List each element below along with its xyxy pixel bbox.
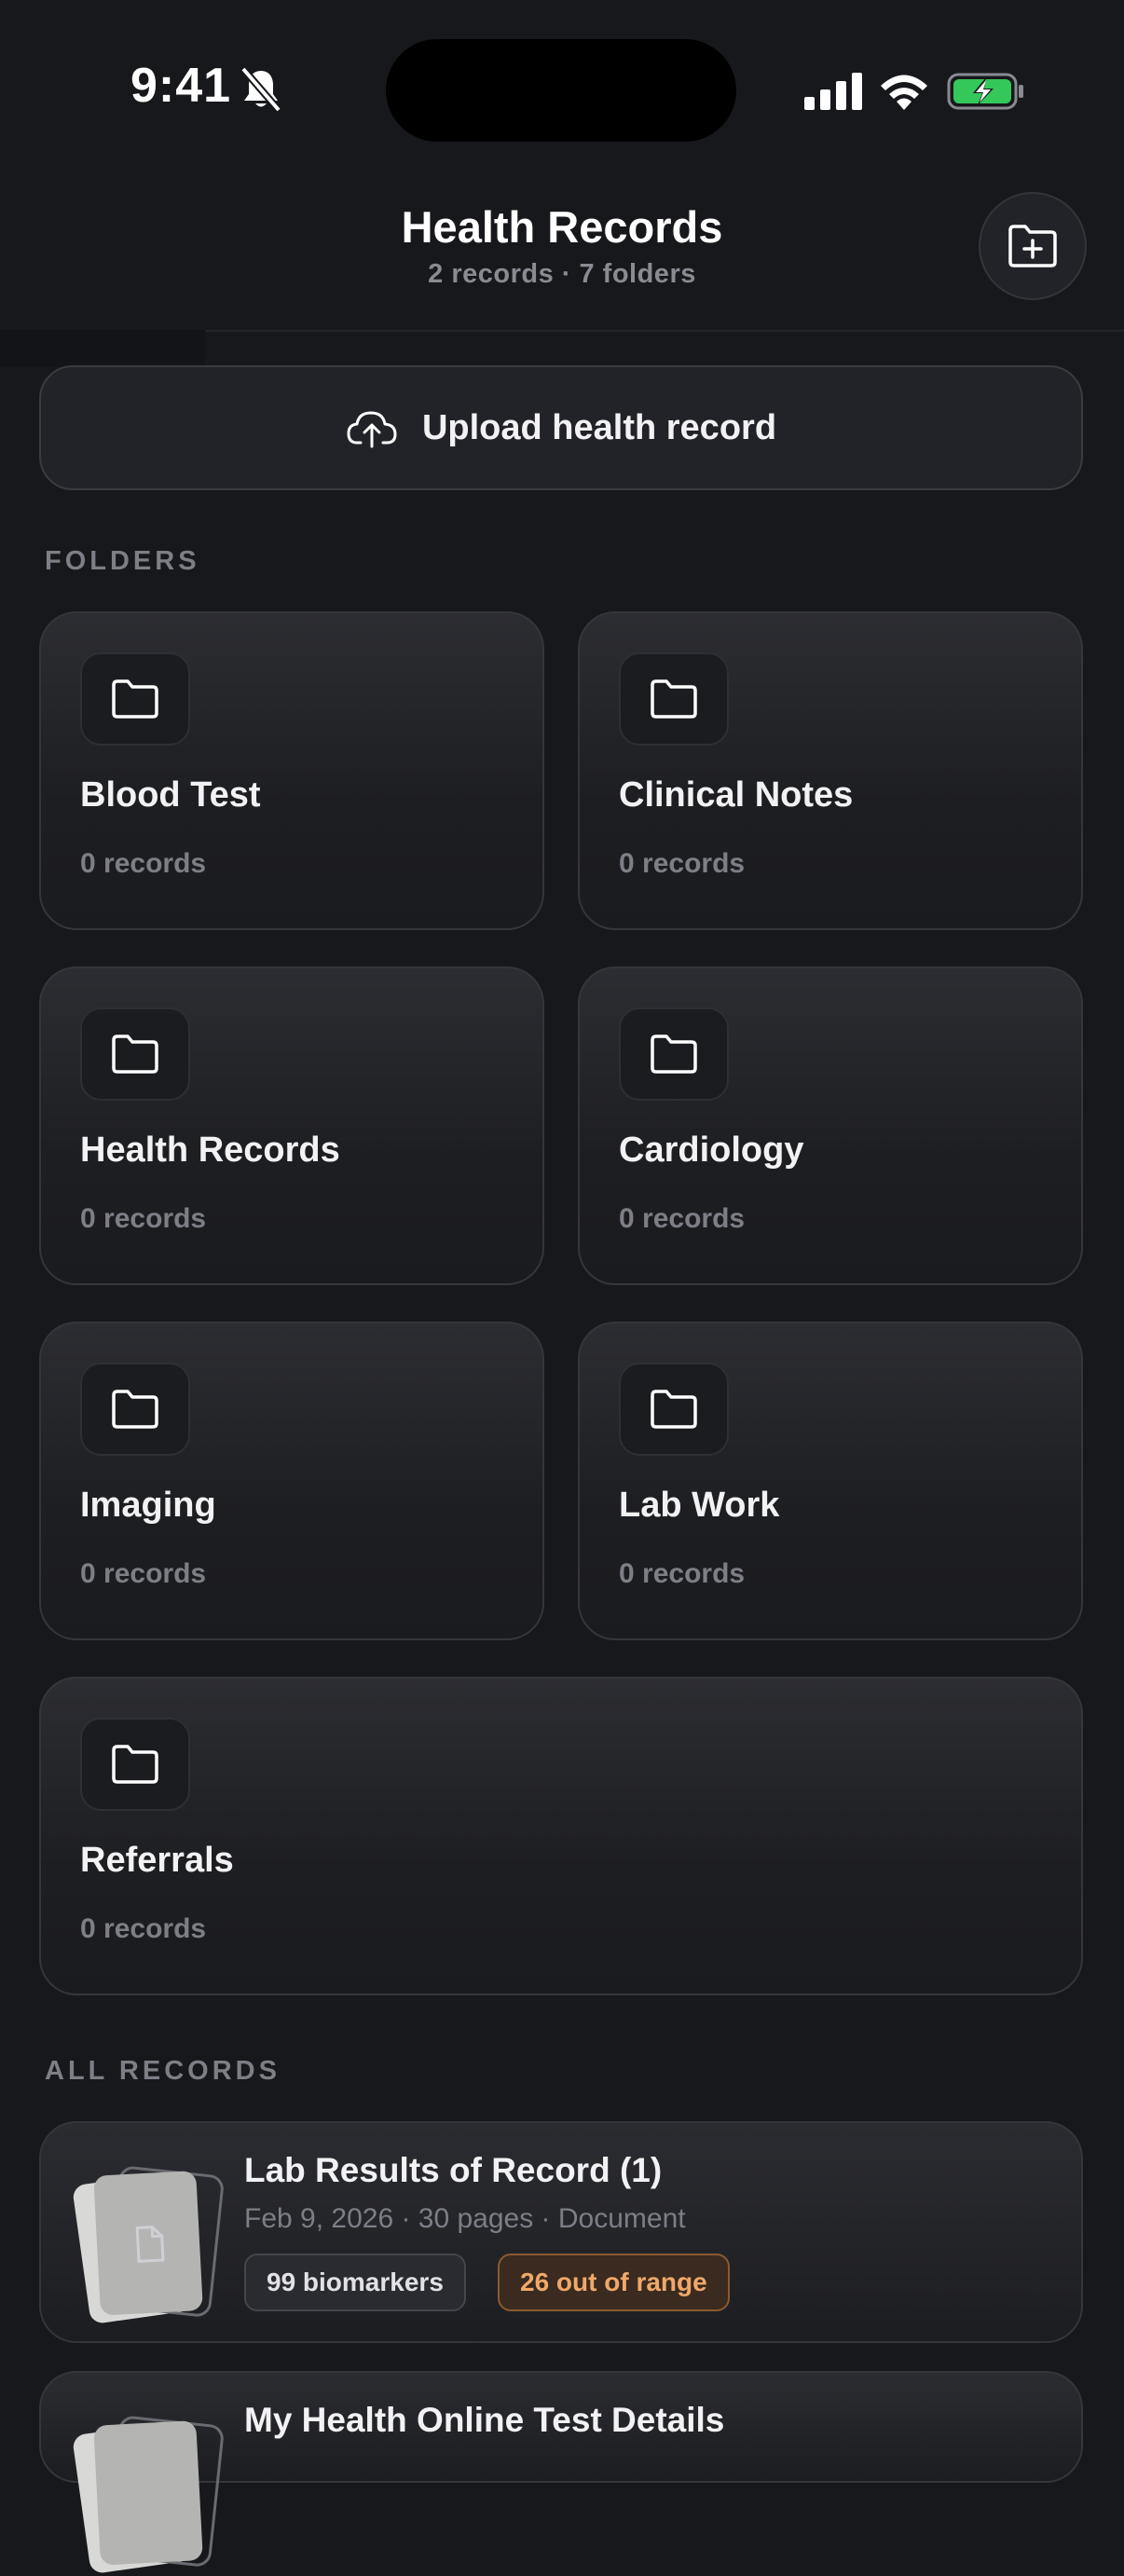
folder-count: 0 records [619,848,746,879]
folder-name: Imaging [80,1486,216,1525]
record-title: My Health Online Test Details [244,2401,725,2439]
folder-count: 0 records [80,1558,207,1589]
folder-card-imaging[interactable]: Imaging 0 records [39,1322,544,1640]
folder-icon-box [80,1363,190,1456]
folder-card-cardiology[interactable]: Cardiology 0 records [578,966,1083,1285]
document-thumbnail [73,2416,224,2573]
header-shadow [0,330,205,367]
biomarkers-badge: 99 biomarkers [244,2254,466,2311]
folder-icon [651,1390,697,1429]
folder-count: 0 records [80,848,207,879]
folder-icon [112,1035,158,1074]
page-subtitle: 2 records · 7 folders [428,259,696,289]
upload-record-button[interactable]: Upload health record [39,365,1083,490]
record-meta: Feb 9, 2026 · 30 pages · Document [244,2203,686,2234]
folder-name: Blood Test [80,775,261,815]
folder-icon-box [80,1718,190,1811]
status-bar: 9:41 [0,0,1124,177]
record-card[interactable]: Lab Results of Record (1) Feb 9, 2026 · … [39,2121,1083,2343]
folder-count: 0 records [619,1203,746,1234]
folder-name: Lab Work [619,1486,780,1525]
folder-icon [651,1035,697,1074]
status-time: 9:41 [130,59,232,113]
folder-icon-box [619,1363,729,1456]
record-card[interactable]: My Health Online Test Details [39,2371,1083,2573]
folder-card-blood-test[interactable]: Blood Test 0 records [39,611,544,930]
cloud-upload-icon [347,411,397,448]
folders-section-label: FOLDERS [45,546,200,576]
folder-icon [112,679,158,719]
folder-icon [112,1745,158,1784]
dynamic-island [386,39,736,142]
upload-label: Upload health record [421,407,777,447]
folder-count: 0 records [80,1913,207,1944]
folder-name: Referrals [80,1841,234,1880]
folder-icon-box [80,1007,190,1101]
bell-slash-icon [240,66,282,113]
all-records-section-label: ALL RECORDS [45,2056,281,2086]
cellular-signal-icon [804,73,862,110]
folder-icon-box [80,652,190,746]
folder-icon [112,1390,158,1429]
out-of-range-badge: 26 out of range [498,2254,730,2311]
folder-name: Clinical Notes [619,775,854,815]
folder-name: Cardiology [619,1130,804,1170]
new-folder-button[interactable] [979,192,1087,300]
wifi-icon [881,75,927,110]
folder-icon [651,679,697,719]
page-title: Health Records [401,202,723,252]
folder-icon-box [619,652,729,746]
folder-count: 0 records [619,1558,746,1589]
folder-card-clinical-notes[interactable]: Clinical Notes 0 records [578,611,1083,930]
folder-count: 0 records [80,1203,207,1234]
folder-name: Health Records [80,1130,340,1170]
folder-card-health-records[interactable]: Health Records 0 records [39,966,544,1285]
record-title: Lab Results of Record (1) [244,2151,663,2189]
battery-charging-icon [947,73,1023,110]
document-thumbnail [73,2166,224,2323]
folder-icon-box [619,1007,729,1101]
folder-card-referrals[interactable]: Referrals 0 records [39,1677,1083,1995]
folder-plus-icon [1008,225,1057,267]
folder-card-lab-work[interactable]: Lab Work 0 records [578,1322,1083,1640]
page-header: Health Records 2 records · 7 folders [0,177,1124,332]
